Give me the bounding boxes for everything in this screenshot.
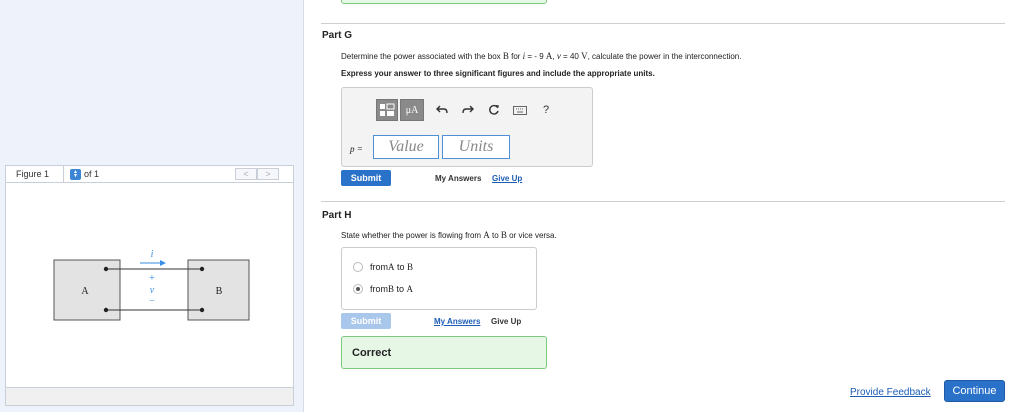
prompt-text: , calculate the power in the interconnec… <box>587 52 742 61</box>
option-a-to-b[interactable]: from A to B <box>353 262 413 272</box>
part-h-my-answers-link[interactable]: My Answers <box>434 317 480 326</box>
voltage-label: v <box>150 285 155 296</box>
keyboard-icon[interactable] <box>510 102 530 118</box>
terminal-b-bottom <box>199 307 205 313</box>
redo-icon[interactable] <box>458 102 478 118</box>
provide-feedback-link[interactable]: Provide Feedback <box>850 387 931 398</box>
figure-label: Figure 1 <box>6 166 64 182</box>
terminal-b-top <box>199 266 205 272</box>
undo-icon[interactable] <box>432 102 452 118</box>
radio-button-selected[interactable] <box>353 284 363 294</box>
option-text: from <box>370 284 388 294</box>
prompt-text: = - 9 <box>525 52 546 61</box>
app-root: Figure 1 ▲ ▼ of 1 < > i + v − A B Part G… <box>0 0 1024 412</box>
prompt-text: or vice versa. <box>506 231 557 240</box>
figure-prev-button[interactable]: < <box>235 168 257 180</box>
figure-toolbar: Figure 1 ▲ ▼ of 1 < > <box>5 165 294 183</box>
templates-button[interactable] <box>376 99 398 121</box>
prompt-text: = 40 <box>560 52 582 61</box>
prompt-text: Determine the power associated with the … <box>341 52 503 61</box>
figure-canvas: i + v − A B <box>5 183 294 388</box>
help-icon[interactable]: ? <box>536 102 556 118</box>
figure-footer <box>5 388 294 406</box>
option-to: A <box>406 284 414 294</box>
answer-input-box: μA ? p = Value Units <box>341 87 593 167</box>
terminal-a-top <box>103 266 109 272</box>
option-text: to <box>394 262 408 272</box>
part-h-give-up-link[interactable]: Give Up <box>491 317 521 326</box>
reset-icon[interactable] <box>484 102 504 118</box>
divider-part-g <box>321 23 1005 24</box>
p-label-text: p = <box>350 144 363 154</box>
figure-nav: < > <box>235 168 279 180</box>
p-label: p = <box>350 144 363 154</box>
current-label: i <box>151 249 154 260</box>
figure-panel: Figure 1 ▲ ▼ of 1 < > i + v − A B <box>0 0 304 412</box>
units-button[interactable]: μA <box>400 99 424 121</box>
part-g-give-up-link[interactable]: Give Up <box>492 174 522 183</box>
option-b-to-a[interactable]: from B to A <box>353 284 413 294</box>
radio-button[interactable] <box>353 262 363 272</box>
part-g-title: Part G <box>322 30 353 41</box>
part-h-submit-button[interactable]: Submit <box>341 313 391 329</box>
part-h-title: Part H <box>322 210 352 221</box>
box-b-label: B <box>216 286 223 297</box>
templates-icon <box>380 103 395 116</box>
prompt-text: to <box>489 231 501 240</box>
circuit-diagram: i + v − A B <box>53 249 250 321</box>
prompt-text: for <box>508 52 523 61</box>
math-toolbar: μA ? <box>376 99 556 121</box>
figure-count: of 1 <box>84 169 100 179</box>
units-input[interactable]: Units <box>442 135 510 159</box>
box-a-label: A <box>81 286 89 297</box>
value-input[interactable]: Value <box>373 135 439 159</box>
option-text: to <box>394 284 407 294</box>
current-arrowhead-icon <box>160 260 166 266</box>
part-g-submit-button[interactable]: Submit <box>341 170 391 186</box>
terminal-a-bottom <box>103 307 109 313</box>
radio-group: from A to B from B to A <box>341 247 537 310</box>
part-g-my-answers-link[interactable]: My Answers <box>435 174 481 183</box>
radio-dot-icon <box>356 287 360 291</box>
option-text: from <box>370 262 388 272</box>
option-to: B <box>407 262 414 272</box>
part-g-instruction: Express your answer to three significant… <box>341 69 655 78</box>
figure-select-icon[interactable]: ▲ ▼ <box>70 168 81 180</box>
divider-part-h <box>321 201 1005 202</box>
previous-feedback-box <box>341 0 547 4</box>
continue-button[interactable]: Continue <box>944 380 1005 402</box>
part-h-prompt: State whether the power is flowing from … <box>341 230 557 240</box>
figure-next-button[interactable]: > <box>257 168 279 180</box>
correct-feedback: Correct <box>341 336 547 369</box>
voltage-plus: + <box>149 273 155 284</box>
voltage-minus: − <box>149 296 155 307</box>
prompt-text: State whether the power is flowing from <box>341 231 484 240</box>
part-g-prompt: Determine the power associated with the … <box>341 51 741 61</box>
